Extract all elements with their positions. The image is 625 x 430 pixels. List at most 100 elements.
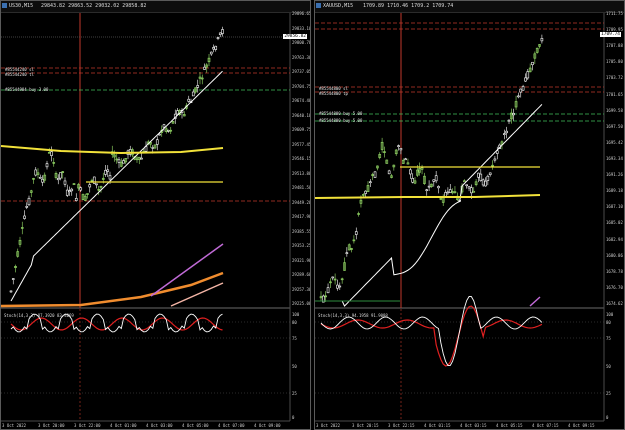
xauusd-main-plot[interactable] bbox=[315, 1, 625, 430]
candle-body bbox=[517, 95, 520, 98]
candle-body bbox=[176, 110, 179, 115]
us30-price-tick: 29546.15 bbox=[292, 156, 311, 161]
candle-body bbox=[472, 190, 476, 193]
us30-ohlc: 29843.82 29863.52 29032.02 29858.82 bbox=[41, 3, 147, 9]
candle-body bbox=[167, 130, 170, 132]
candle-body bbox=[212, 47, 215, 50]
candle-body bbox=[88, 184, 92, 188]
xauusd-stoch-tick: 0 bbox=[606, 415, 609, 420]
candle-body bbox=[425, 189, 429, 191]
candle-body bbox=[369, 181, 372, 184]
xauusd-time-tick: 3 Oct 22:15 bbox=[388, 423, 415, 428]
xauusd-time-tick: 3 Oct 2022 bbox=[316, 423, 341, 428]
us30-price-scale[interactable]: 29896.65 29833.10 29800.70 29763.30 29737.05… bbox=[290, 1, 311, 306]
us30-order-tp: #85544240 tl bbox=[5, 72, 34, 77]
us30-time-tick: 3 Oct 22:00 bbox=[74, 423, 101, 428]
us30-time-axis[interactable]: 3 Oct 2022 3 Oct 20:00 3 Oct 22:00 4 Oct 01… bbox=[1, 421, 290, 429]
xauusd-time-tick: 4 Oct 09:15 bbox=[568, 423, 595, 428]
candle-body bbox=[196, 85, 200, 88]
candle-body bbox=[106, 169, 110, 172]
candle-body bbox=[155, 139, 159, 145]
candle-body bbox=[540, 38, 544, 42]
candle-body bbox=[338, 285, 342, 288]
candle-body bbox=[354, 231, 358, 235]
candle-body bbox=[27, 197, 31, 206]
candle-body bbox=[65, 189, 69, 196]
xauusd-price-tick: 1695.42 bbox=[606, 139, 623, 145]
us30-price-tick: 29704.75 bbox=[292, 83, 311, 89]
xauusd-stoch-tick: 25 bbox=[606, 391, 611, 396]
xauusd-price-tick: 1689.18 bbox=[606, 188, 623, 194]
candle-body bbox=[373, 171, 377, 178]
candle-body bbox=[507, 119, 511, 122]
xauusd-ohlc: 1709.89 1710.46 1709.2 1709.74 bbox=[363, 3, 454, 9]
candle-body bbox=[463, 180, 466, 183]
candle-body bbox=[68, 190, 71, 193]
xauusd-stoch-label: Stoch(14,3,3) 94.1958 91.9088 bbox=[318, 313, 388, 318]
xauusd-stoch-tick: 75 bbox=[606, 336, 611, 341]
chart-window-us30[interactable]: US30,M15 29843.82 29863.52 29032.02 2985… bbox=[0, 0, 311, 430]
candle-body bbox=[531, 61, 534, 66]
candle-body bbox=[481, 179, 485, 186]
us30-price-tick: 29257.30 bbox=[292, 286, 311, 292]
xauusd-symbol-title: XAUUSD,M15 bbox=[323, 3, 354, 9]
candle-body bbox=[465, 184, 468, 187]
chart-window-xauusd[interactable]: XAUUSD,M15 1709.89 1710.46 1709.2 1709.7… bbox=[314, 0, 625, 430]
candle-body bbox=[519, 88, 523, 93]
candle-body bbox=[427, 185, 431, 188]
us30-price-tick: 29833.10 bbox=[292, 25, 311, 31]
xauusd-title-bar: XAUUSD,M15 1709.89 1710.46 1709.2 1709.7… bbox=[315, 1, 624, 13]
candle-body bbox=[218, 32, 222, 35]
us30-price-tick: 29577.45 bbox=[292, 141, 311, 147]
xauusd-price-scale[interactable]: 1711.75 1709.95 1707.88 1705.80 1703.72 1701.… bbox=[604, 1, 623, 306]
us30-stoch-tick: 25 bbox=[292, 391, 297, 396]
candle-body bbox=[397, 145, 400, 147]
us30-time-tick: 4 Oct 07:00 bbox=[218, 423, 245, 428]
ma-pink bbox=[170, 282, 224, 307]
us30-price-tick: 29481.50 bbox=[292, 185, 311, 190]
us30-price-tick: 29674.40 bbox=[292, 98, 311, 103]
candle-body bbox=[25, 206, 29, 208]
us30-price-tick: 29800.70 bbox=[292, 40, 311, 45]
xauusd-order-buy-1: #85544800 buy 5.00 bbox=[319, 111, 363, 116]
ma-violet bbox=[529, 296, 541, 307]
us30-time-tick: 4 Oct 09:00 bbox=[254, 423, 281, 428]
xauusd-price-tick: 1701.65 bbox=[606, 91, 623, 97]
candle-body bbox=[104, 170, 107, 175]
us30-price-tick: 29385.55 bbox=[292, 228, 311, 234]
candle-body bbox=[512, 113, 515, 116]
xauusd-price-tick: 1680.86 bbox=[606, 252, 623, 258]
us30-time-tick: 4 Oct 01:00 bbox=[110, 423, 137, 428]
xauusd-order-buy-2: #85544800 buy 5.00 bbox=[319, 118, 363, 123]
candle-body bbox=[524, 77, 527, 82]
us30-price-tick: 29763.30 bbox=[292, 54, 311, 60]
candle-body bbox=[70, 188, 74, 192]
candle-body bbox=[434, 175, 438, 182]
xauusd-stoch-tick: 100 bbox=[606, 312, 614, 317]
candle-body bbox=[203, 66, 206, 70]
candle-body bbox=[34, 169, 38, 176]
candle-body bbox=[38, 176, 42, 179]
candle-body bbox=[467, 186, 471, 189]
us30-price-tick: 29737.05 bbox=[292, 69, 311, 74]
xauusd-time-axis[interactable]: 3 Oct 2022 3 Oct 20:15 3 Oct 22:15 4 Oct 01… bbox=[315, 421, 604, 429]
candle-body bbox=[446, 191, 450, 194]
candle-body bbox=[191, 91, 195, 97]
candle-body bbox=[364, 190, 367, 194]
candle-body bbox=[437, 186, 440, 189]
ma-white bbox=[321, 104, 543, 307]
xauusd-price-tick: 1711.75 bbox=[606, 11, 623, 16]
xauusd-price-tick: 1693.34 bbox=[606, 156, 623, 161]
candle-body bbox=[505, 130, 508, 134]
candle-body bbox=[59, 172, 62, 179]
us30-time-tick: 3 Oct 2022 bbox=[2, 423, 27, 428]
candle-body bbox=[50, 151, 53, 156]
xauusd-stoch-tick: 50 bbox=[606, 364, 611, 369]
chart-window-icon bbox=[2, 3, 7, 8]
us30-main-plot[interactable] bbox=[1, 1, 311, 430]
candle-body bbox=[187, 98, 191, 102]
candle-body bbox=[331, 276, 335, 279]
xauusd-price-tick: 1703.72 bbox=[606, 75, 623, 81]
us30-price-tick: 29896.65 bbox=[292, 11, 311, 16]
us30-symbol-title: US30,M15 bbox=[9, 3, 34, 9]
